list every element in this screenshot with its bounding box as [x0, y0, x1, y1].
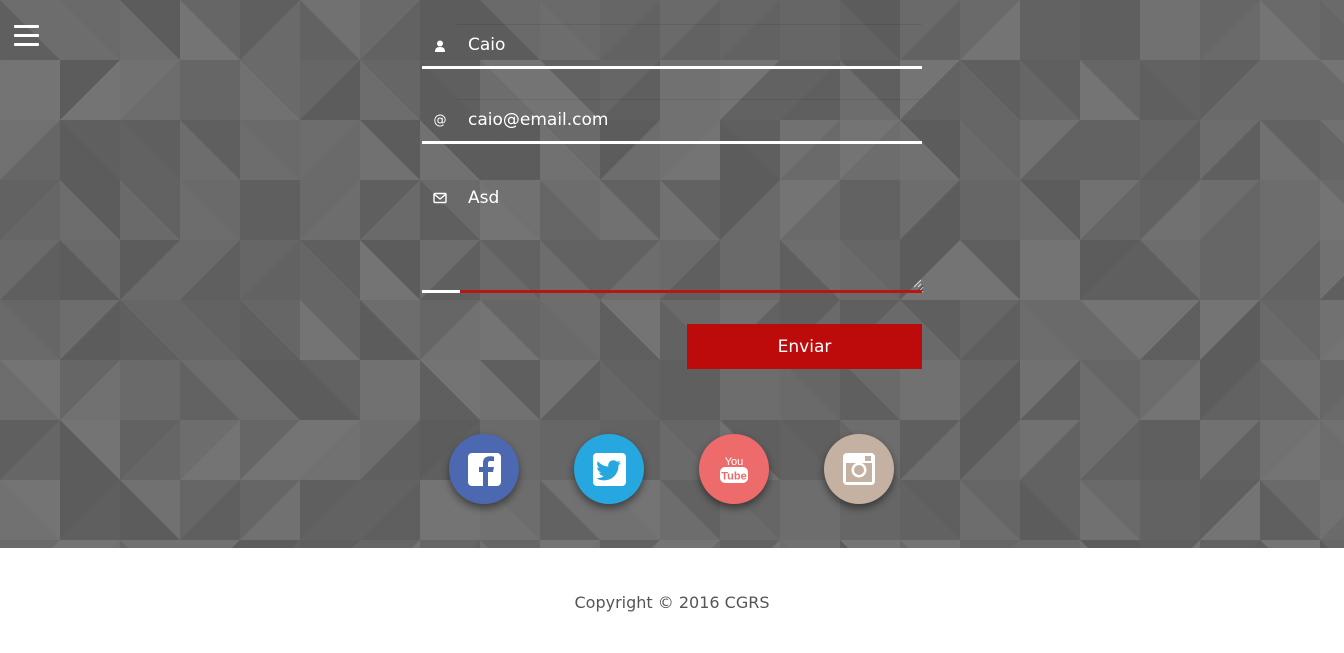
pattern-triangle: [300, 540, 360, 548]
resize-handle-icon[interactable]: [912, 278, 922, 288]
message-underline: [422, 290, 460, 293]
message-field-group: Asd: [422, 180, 924, 300]
at-icon: @: [433, 113, 447, 128]
pattern-triangle: [840, 540, 900, 548]
email-input[interactable]: [462, 108, 924, 132]
pattern-triangle: [540, 540, 600, 548]
pattern-triangle: [960, 540, 1020, 548]
facebook-link[interactable]: [449, 434, 519, 504]
svg-text:Tube: Tube: [721, 471, 746, 483]
footer: Copyright © 2016 CGRS: [0, 548, 1344, 653]
pattern-triangle: [240, 540, 300, 548]
pattern-triangle: [120, 540, 180, 548]
twitter-link[interactable]: [574, 434, 644, 504]
pattern-triangle: [900, 540, 960, 548]
pattern-triangle: [60, 540, 120, 548]
hamburger-menu-icon-bar: [14, 43, 39, 46]
pattern-triangle: [1020, 540, 1080, 548]
twitter-icon: [593, 453, 626, 486]
name-underline: [422, 66, 922, 69]
hero-section: @ Asd Enviar: [0, 0, 1344, 548]
pattern-triangle: [480, 540, 540, 548]
email-underline: [422, 141, 922, 144]
email-field-group: @: [422, 80, 924, 150]
pattern-triangle: [1200, 540, 1260, 548]
youtube-link[interactable]: You Tube: [699, 434, 769, 504]
svg-text:You: You: [725, 456, 744, 468]
pattern-triangle: [780, 540, 840, 548]
field-hairline: [457, 24, 922, 25]
user-icon: [432, 38, 448, 54]
pattern-triangle: [600, 540, 660, 548]
name-input[interactable]: [462, 33, 924, 57]
pattern-triangle: [180, 540, 240, 548]
message-textarea[interactable]: Asd: [462, 184, 924, 294]
youtube-icon: You Tube: [720, 456, 748, 483]
pattern-triangle: [660, 540, 720, 548]
hamburger-menu-icon: [14, 25, 39, 28]
instagram-link[interactable]: [824, 434, 894, 504]
pattern-triangle: [420, 540, 480, 548]
facebook-icon: [468, 453, 501, 486]
field-hairline: [457, 99, 922, 100]
instagram-icon: [843, 453, 875, 485]
message-underline-active: [422, 290, 922, 293]
pattern-triangle: [1080, 540, 1140, 548]
hamburger-menu-icon-bar: [14, 34, 39, 37]
pattern-triangle: [1260, 540, 1320, 548]
pattern-triangle: [1140, 540, 1200, 548]
name-field-group: [422, 0, 924, 70]
submit-button[interactable]: Enviar: [687, 324, 922, 369]
envelope-icon: [432, 190, 448, 206]
menu-button[interactable]: [14, 25, 40, 49]
copyright-text: Copyright © 2016 CGRS: [574, 593, 770, 612]
pattern-triangle: [720, 540, 780, 548]
pattern-triangle: [0, 540, 60, 548]
pattern-triangle: [360, 540, 420, 548]
